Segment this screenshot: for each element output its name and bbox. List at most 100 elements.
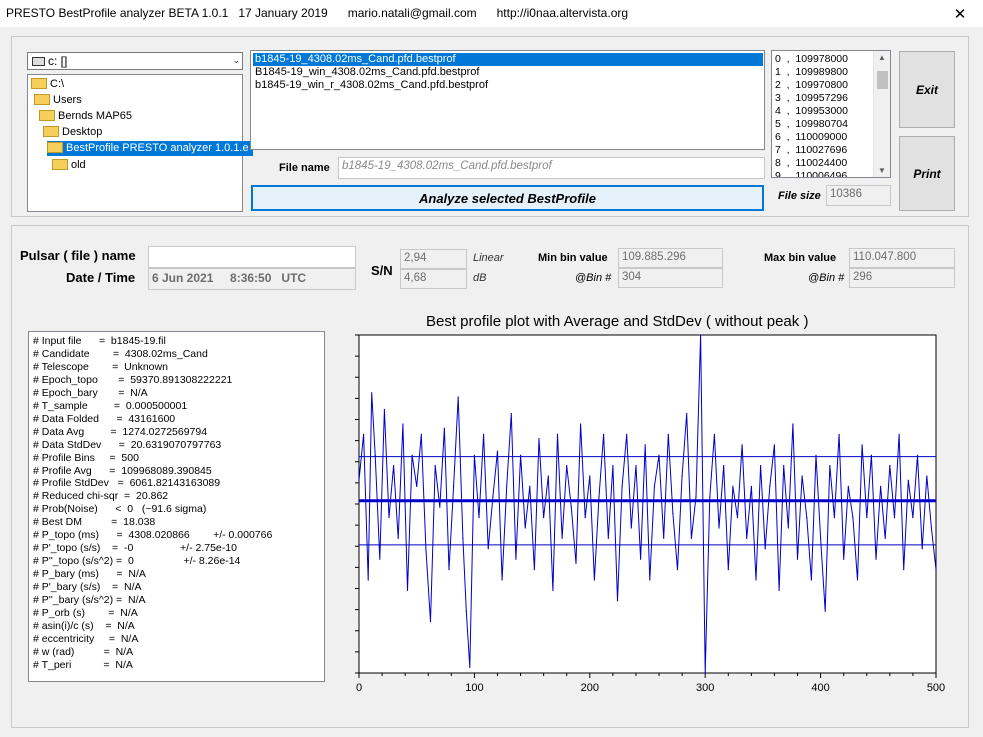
data-point — [510, 413, 512, 415]
max-bin-index-label: @Bin # — [808, 272, 845, 284]
dir-item-bernds[interactable]: Bernds MAP65 — [39, 109, 132, 124]
file-item[interactable]: B1845-19_win_4308.02ms_Cand.pfd.bestprof — [253, 66, 479, 79]
data-point — [833, 517, 835, 519]
title-bar: PRESTO BestProfile analyzer BETA 1.0.1 1… — [0, 0, 983, 27]
data-point — [529, 485, 531, 487]
data-point — [561, 537, 563, 539]
min-bin-label: Min bin value — [538, 252, 608, 264]
data-point — [603, 433, 605, 435]
info-line: # asin(i)/c (s) = N/A — [33, 619, 135, 632]
info-line: # Input file = b1845-19.fil — [33, 335, 166, 347]
data-point — [566, 465, 568, 467]
file-name-field[interactable]: b1845-19_4308.02ms_Cand.pfd.bestprof — [338, 157, 765, 179]
profile-chart: 0 100 200 300 400 500 — [355, 334, 945, 694]
data-point — [806, 517, 808, 519]
dir-item-root[interactable]: C:\ — [31, 77, 64, 92]
data-point — [773, 444, 775, 446]
data-point — [584, 517, 586, 519]
min-bin-index-field: 304 — [618, 268, 723, 288]
max-bin-label: Max bin value — [764, 252, 837, 264]
dir-label: Users — [53, 94, 82, 106]
data-point — [750, 485, 752, 487]
info-line: # P_topo (ms) = 4308.020866 +/- 0.000766 — [33, 529, 273, 542]
bin-value-item[interactable]: 2 , 109970800 — [775, 79, 848, 92]
close-icon[interactable]: ✕ — [937, 0, 983, 27]
print-button[interactable]: Print — [899, 136, 955, 211]
bin-value-item[interactable]: 3 , 109957296 — [775, 92, 848, 105]
data-point — [580, 423, 582, 425]
data-point — [374, 454, 376, 456]
data-point — [916, 454, 919, 456]
data-point — [718, 527, 720, 529]
scrollbar[interactable]: ▲ ▼ — [873, 51, 890, 177]
data-point — [690, 537, 692, 539]
data-point — [658, 454, 660, 456]
scrollbar-thumb[interactable] — [877, 71, 888, 89]
bin-value-item[interactable]: 0 , 109978000 — [775, 53, 848, 66]
data-point — [704, 672, 706, 674]
data-point — [663, 537, 665, 539]
info-line: # Data Avg = 1274.0272569794 — [33, 425, 208, 438]
window-title: PRESTO BestProfile analyzer BETA 1.0.1 1… — [6, 6, 629, 20]
data-point — [406, 589, 409, 591]
data-point — [462, 537, 464, 539]
data-point — [616, 600, 619, 602]
data-point — [640, 558, 642, 560]
data-point — [736, 517, 739, 519]
sn-linear-field: 2,94 — [400, 249, 467, 269]
data-point — [439, 506, 441, 508]
bin-value-item[interactable]: 1 , 109989800 — [775, 66, 848, 79]
data-point — [420, 433, 422, 435]
file-item[interactable]: b1845-19_4308.02ms_Cand.pfd.bestprof — [253, 53, 763, 66]
scroll-up-icon[interactable]: ▲ — [878, 53, 886, 62]
bin-value-item[interactable]: 6 , 110009000 — [775, 131, 848, 144]
data-point — [829, 465, 831, 467]
info-line: # P''_bary (s/s^2) = N/A — [33, 594, 146, 606]
data-point — [524, 527, 526, 529]
dir-item-users[interactable]: Users — [34, 93, 82, 108]
sn-db-label: dB — [473, 272, 487, 284]
analyze-button[interactable]: Analyze selected BestProfile — [251, 185, 764, 211]
data-point — [411, 454, 413, 456]
info-line: # Profile StdDev = 6061.82143163089 — [33, 477, 221, 490]
chevron-down-icon[interactable]: ⌄ — [232, 55, 240, 66]
bin-value-item[interactable]: 9 , 110006496 — [775, 170, 848, 177]
data-point — [547, 475, 549, 477]
pulsar-name-field[interactable] — [148, 246, 356, 268]
data-point — [593, 579, 595, 581]
pulsar-name-label: Pulsar ( file ) name — [20, 248, 136, 263]
bin-values-list[interactable]: 0 , 109978000 1 , 109989800 2 , 109970800 3… — [771, 50, 891, 178]
file-item[interactable]: b1845-19_win_r_4308.02ms_Cand.pfd.bestpr… — [253, 79, 488, 92]
info-line: # T_peri = N/A — [33, 658, 133, 671]
bin-value-item[interactable]: 5 , 109980704 — [775, 118, 848, 131]
dir-item-bestprofile[interactable]: BestProfile PRESTO analyzer 1.0.1.e — [47, 141, 253, 156]
scroll-down-icon[interactable]: ▼ — [878, 166, 886, 175]
file-list[interactable]: b1845-19_4308.02ms_Cand.pfd.bestprof B18… — [250, 50, 765, 150]
data-point — [893, 517, 896, 519]
chart-title: Best profile plot with Average and StdDe… — [426, 313, 809, 330]
data-point — [727, 569, 729, 571]
data-point — [912, 517, 914, 519]
bin-value-item[interactable]: 7 , 110027696 — [775, 144, 848, 157]
dir-item-old[interactable]: old — [52, 158, 86, 173]
directory-tree[interactable]: C:\ Users Bernds MAP65 Desktop BestProfi… — [27, 74, 253, 212]
data-point — [769, 485, 771, 487]
dir-item-desktop[interactable]: Desktop — [43, 125, 102, 140]
data-point — [635, 465, 637, 467]
data-point — [492, 496, 494, 498]
data-point — [487, 548, 489, 550]
info-line: # Prob(Noise) < 0 (~91.6 sigma) — [33, 503, 207, 516]
data-point — [607, 537, 609, 539]
drive-select[interactable]: c: [] ⌄ — [27, 52, 243, 70]
bin-value-item[interactable]: 4 , 109953000 — [775, 105, 848, 118]
exit-button[interactable]: Exit — [899, 51, 955, 128]
info-line: # Profile Bins = 500 — [33, 451, 139, 464]
data-point — [801, 475, 803, 477]
data-point — [626, 433, 628, 435]
data-point — [621, 485, 623, 487]
info-line: # Epoch_bary = N/A — [33, 386, 148, 399]
info-line: # Candidate = 4308.02ms_Cand — [33, 347, 208, 360]
data-point — [792, 423, 794, 425]
bin-value-item[interactable]: 8 , 110024400 — [775, 157, 848, 170]
data-point — [686, 413, 688, 415]
